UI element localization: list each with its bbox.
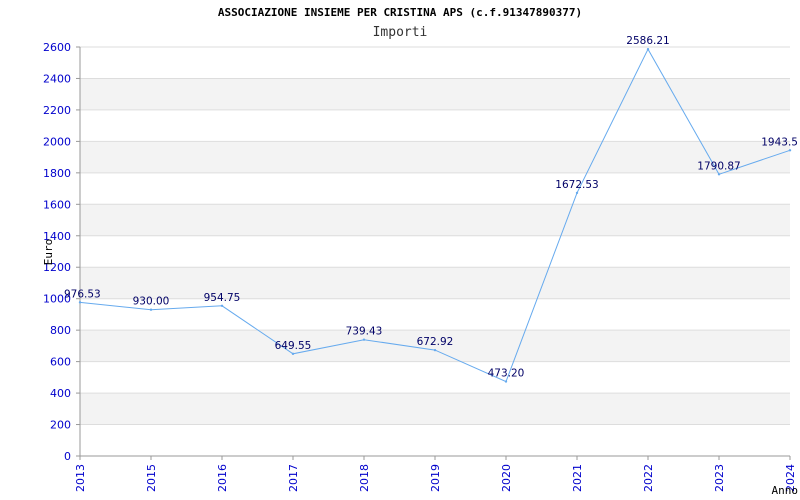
y-tick-label: 400 [50,387,71,400]
x-tick-label: 2019 [429,464,442,492]
grid-band [80,393,790,425]
data-label: 473.20 [488,368,525,380]
data-label: 1672.53 [555,179,598,191]
y-tick-label: 1600 [43,198,71,211]
data-label: 649.55 [275,340,312,352]
data-label: 2586.21 [626,35,669,47]
data-point [504,380,508,383]
data-point [149,308,153,311]
data-label: 1790.87 [697,160,740,172]
grid-band [80,141,790,173]
grid-bands [80,78,790,425]
y-tick-label: 2000 [43,135,71,148]
x-tick-label: 2023 [713,464,726,492]
data-label: 672.92 [417,336,454,348]
y-axis-label: Euro [42,239,55,266]
x-tick-label: 2021 [571,464,584,492]
data-point [575,191,579,195]
grid-band [80,78,790,110]
grid-band [80,267,790,299]
data-label: 954.75 [204,292,241,304]
y-tick-label: 1800 [43,167,71,180]
x-tick-labels: 2013 2015 2016 2017 2018 2019 2020 2021 2022 2023… [74,464,797,492]
data-point [291,352,295,356]
data-point [788,149,792,152]
line-chart: 0200400600800100012001400160018002000220… [42,35,799,497]
data-point [78,301,82,304]
y-tick-label: 2600 [43,41,71,54]
data-label: 739.43 [346,326,383,338]
grid-band [80,204,790,236]
x-axis-label: Anno [772,484,799,497]
x-tick-label: 2017 [287,464,300,492]
data-label: 1943.5 [761,136,798,148]
data-point [646,47,650,51]
data-point [717,173,721,176]
x-tick-label: 2018 [358,464,371,492]
data-point [220,304,224,308]
data-label: 930.00 [133,296,170,308]
y-tick-label: 2200 [43,104,71,117]
x-tick-label: 2013 [74,464,87,492]
x-tick-label: 2016 [216,464,229,492]
y-tick-label: 0 [64,450,71,463]
x-tick-label: 2020 [500,464,513,492]
y-tick-label: 2400 [43,72,71,85]
x-tick-label: 2022 [642,464,655,492]
x-tick-label: 2015 [145,464,158,492]
y-tick-label: 600 [50,356,71,369]
data-label: 976.53 [64,288,101,300]
data-point [433,348,437,352]
y-tick-label: 200 [50,419,71,432]
data-point [362,338,366,341]
y-tick-label: 800 [50,324,71,337]
